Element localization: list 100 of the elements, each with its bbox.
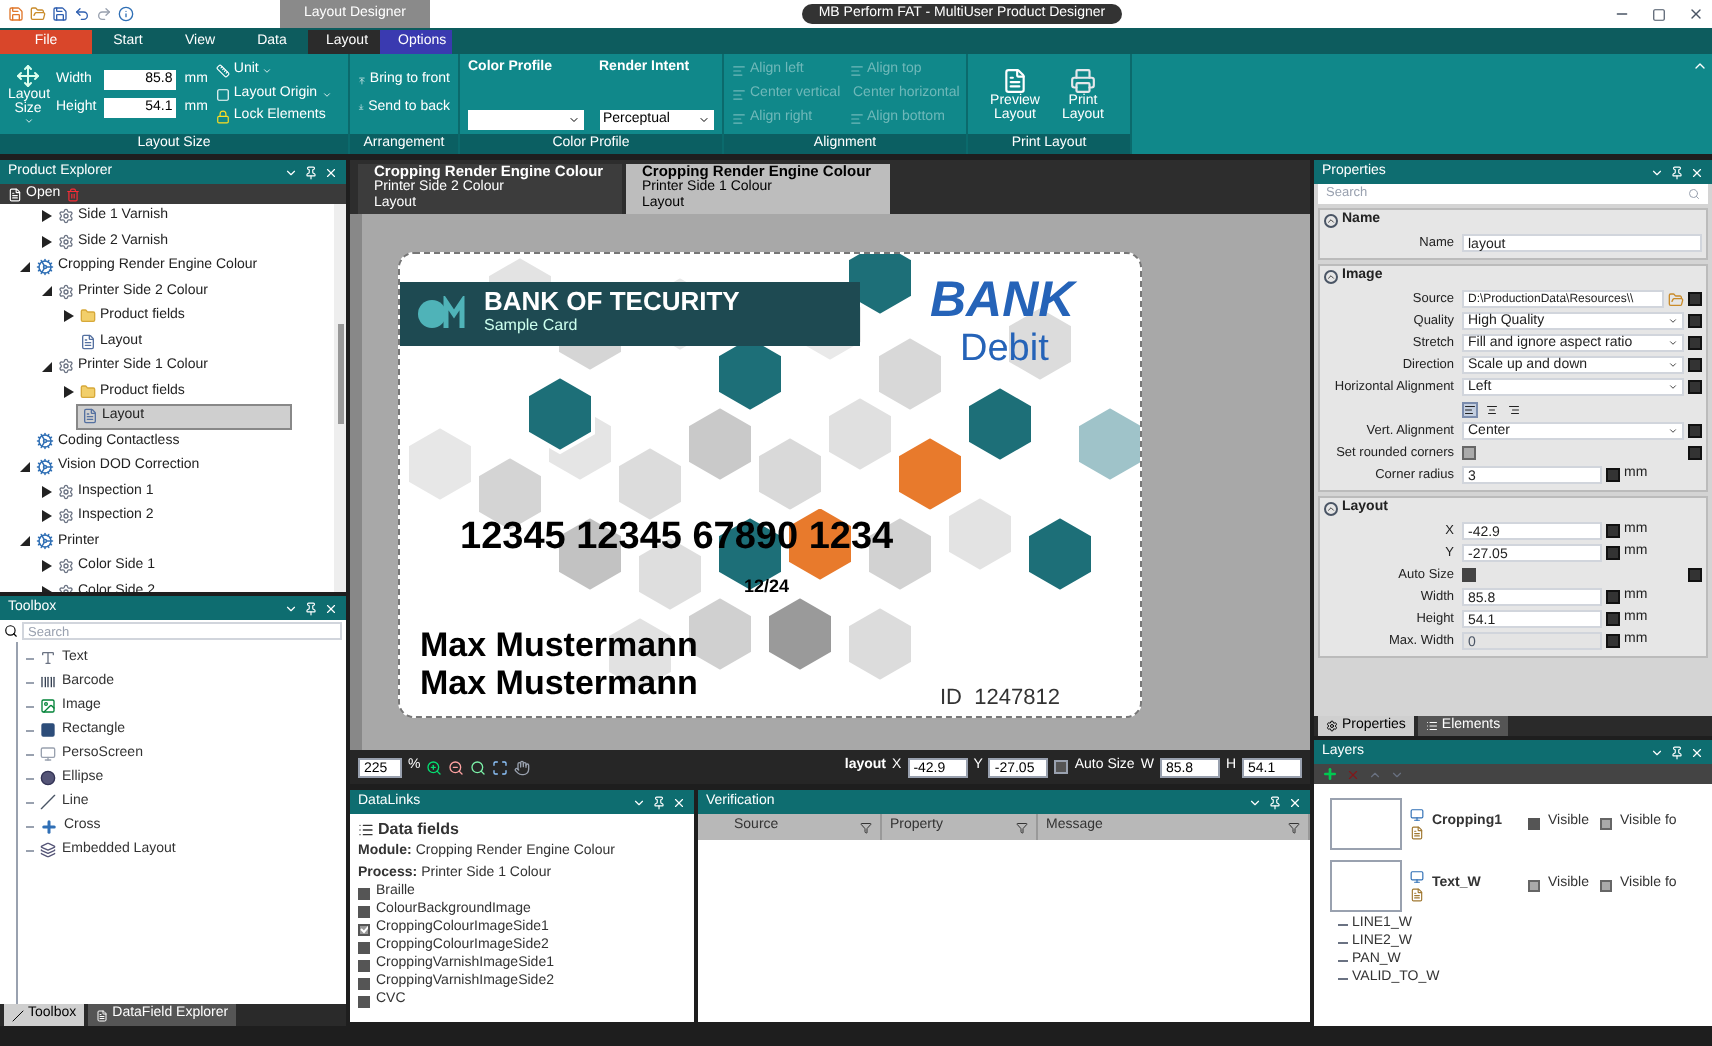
open-icon[interactable]: [30, 6, 46, 22]
maximize-icon[interactable]: [1652, 7, 1666, 21]
gear-icon: [58, 483, 74, 500]
filter-icon[interactable]: [860, 821, 872, 833]
align-icon: [849, 63, 863, 77]
add-icon[interactable]: [1322, 766, 1338, 782]
checkbox[interactable]: [1054, 760, 1069, 774]
expanded-arrow-icon[interactable]: [19, 261, 29, 272]
undo-icon[interactable]: [74, 6, 90, 22]
checkbox[interactable]: [1600, 879, 1612, 891]
card-id: ID 1247812: [940, 684, 1060, 714]
dropdown-icon[interactable]: [284, 601, 298, 615]
filter-icon[interactable]: [1016, 821, 1028, 833]
checkbox[interactable]: [1528, 817, 1540, 829]
collapse-toggle-icon[interactable]: [1324, 214, 1338, 228]
gear-icon: [36, 532, 54, 551]
square-icon: [215, 87, 230, 101]
caret-icon: [1668, 426, 1678, 436]
caret-icon: [567, 114, 579, 126]
search-icon[interactable]: [470, 759, 487, 775]
expanded-arrow-icon[interactable]: [41, 361, 51, 372]
gear-icon: [1326, 720, 1338, 732]
ellipse-icon: [40, 770, 56, 786]
align-icon: [732, 63, 746, 77]
zoom-out-icon[interactable]: [448, 759, 465, 775]
save-icon[interactable]: [8, 6, 24, 22]
document-icon: [96, 1009, 109, 1021]
filter-icon[interactable]: [1288, 821, 1300, 833]
zoom-in-icon[interactable]: [426, 759, 443, 775]
align-left-icon: [1464, 403, 1476, 415]
checkbox[interactable]: [358, 905, 370, 917]
dropdown-icon[interactable]: [632, 795, 646, 809]
dropdown-icon[interactable]: [1650, 165, 1664, 179]
document-icon: [1410, 887, 1424, 901]
document-icon: [1410, 825, 1424, 839]
align-option[interactable]: [1506, 401, 1522, 417]
layer-thumbnail: [1330, 859, 1402, 911]
checkbox[interactable]: [358, 923, 370, 935]
delete-icon[interactable]: [66, 187, 81, 201]
square-icon: [1688, 358, 1702, 372]
square-icon: [1688, 446, 1702, 460]
fit-icon[interactable]: [492, 759, 509, 775]
collapse-toggle-icon[interactable]: [1324, 270, 1338, 284]
pin-icon[interactable]: [1268, 795, 1282, 809]
align-icon: [732, 111, 746, 125]
brand-name: BANK: [930, 274, 1075, 326]
dropdown-icon[interactable]: [1248, 795, 1262, 809]
pin-icon[interactable]: [1670, 165, 1684, 179]
expanded-arrow-icon[interactable]: [19, 536, 29, 547]
pin-icon[interactable]: [1670, 745, 1684, 759]
expiry-date: 12/24: [744, 574, 790, 600]
dropdown-icon[interactable]: [1650, 745, 1664, 759]
square-icon: [1606, 612, 1620, 626]
layout-icon: [80, 333, 96, 350]
checkbox[interactable]: [358, 959, 370, 971]
save-icon[interactable]: [52, 6, 68, 22]
align-option[interactable]: [1462, 401, 1478, 417]
close-icon[interactable]: [1688, 6, 1704, 22]
square-icon: [1688, 568, 1702, 582]
hand-icon[interactable]: [514, 759, 531, 775]
pin-icon[interactable]: [652, 795, 666, 809]
caret-icon: [1668, 382, 1678, 392]
checkbox[interactable]: [358, 977, 370, 989]
checkbox[interactable]: [1462, 446, 1476, 460]
layout-icon: [82, 408, 98, 425]
align-icon: [849, 111, 863, 125]
pin-icon[interactable]: [304, 601, 318, 615]
preview-icon: [1002, 67, 1028, 93]
caret-icon: [1668, 360, 1678, 370]
checkbox[interactable]: [358, 941, 370, 953]
collapsed-arrow-icon[interactable]: [63, 385, 73, 398]
checkbox[interactable]: [1528, 879, 1540, 891]
dropdown-icon[interactable]: [284, 165, 298, 179]
search-icon: [4, 624, 18, 638]
color-profile-dropdown[interactable]: [468, 110, 583, 130]
info-icon[interactable]: [118, 6, 134, 22]
caret-icon: [698, 114, 710, 126]
move-icon: [16, 63, 40, 87]
cross-icon: [40, 817, 58, 835]
folder-icon: [80, 383, 96, 400]
align-option[interactable]: [1484, 401, 1500, 417]
checkbox[interactable]: [1462, 568, 1476, 582]
checkbox[interactable]: [1600, 817, 1612, 829]
collapsed-arrow-icon[interactable]: [41, 510, 51, 523]
gear-icon: [58, 358, 74, 375]
checkbox[interactable]: [358, 887, 370, 899]
expanded-arrow-icon[interactable]: [41, 286, 51, 297]
checkbox[interactable]: [358, 995, 370, 1007]
pin-icon[interactable]: [304, 165, 318, 179]
square-icon: [1606, 546, 1620, 560]
collapsed-arrow-icon[interactable]: [41, 210, 51, 223]
collapsed-arrow-icon[interactable]: [41, 485, 51, 498]
collapse-ribbon-icon[interactable]: [1692, 58, 1708, 74]
collapsed-arrow-icon[interactable]: [41, 235, 51, 248]
brand-subtitle: Debit: [960, 330, 1049, 370]
expanded-arrow-icon[interactable]: [19, 461, 29, 472]
collapse-toggle-icon[interactable]: [1324, 502, 1338, 516]
collapsed-arrow-icon[interactable]: [41, 560, 51, 573]
collapsed-arrow-icon[interactable]: [63, 310, 73, 323]
gear-icon: [36, 432, 54, 451]
